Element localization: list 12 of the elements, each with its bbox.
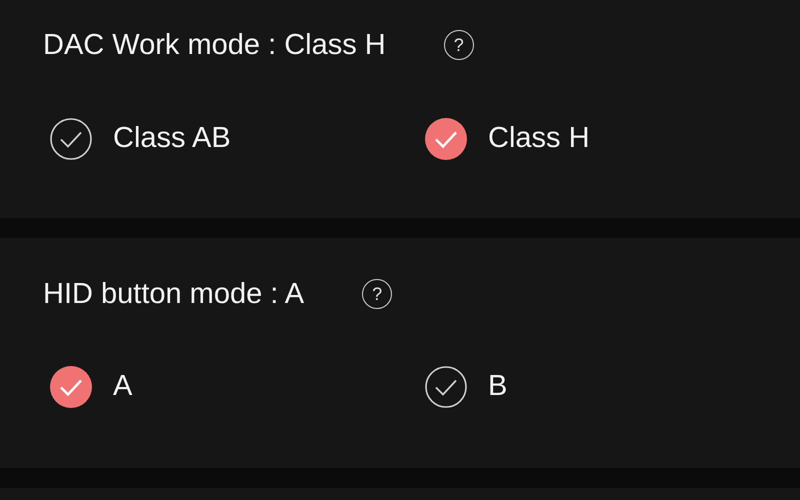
checked-radio-icon[interactable] [425, 118, 467, 160]
option-label[interactable]: B [488, 365, 508, 408]
option-label[interactable]: Class H [488, 117, 590, 160]
option-label[interactable]: Class AB [113, 117, 231, 160]
section-title: DAC Work mode : Class H [43, 28, 386, 63]
checked-radio-icon[interactable] [50, 366, 92, 408]
unchecked-radio-icon[interactable] [50, 118, 92, 160]
help-button[interactable]: ? [362, 279, 392, 309]
help-button[interactable]: ? [444, 30, 474, 60]
section-title: HID button mode : A [43, 277, 304, 312]
unchecked-radio-icon[interactable] [425, 366, 467, 408]
option-label[interactable]: A [113, 365, 132, 408]
